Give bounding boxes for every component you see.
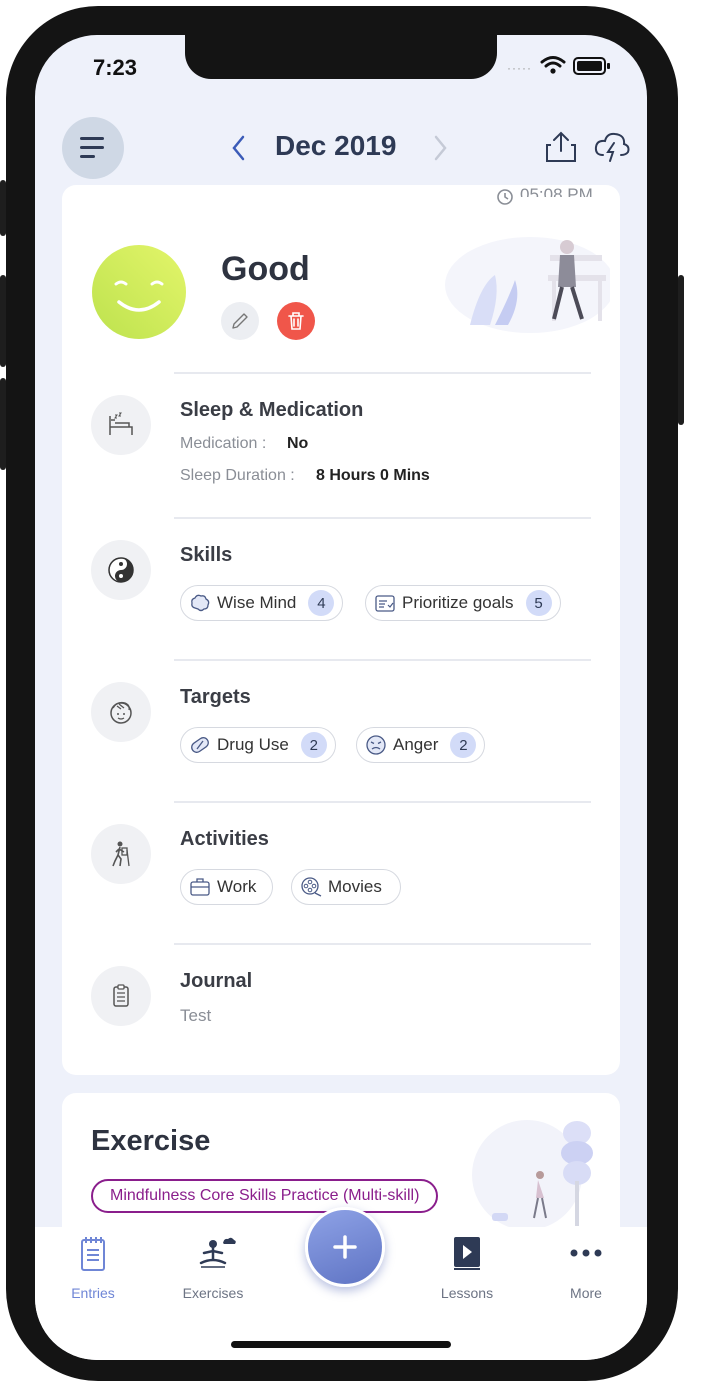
sleep-title: Sleep & Medication — [180, 399, 364, 421]
divider — [174, 659, 591, 661]
chevron-left-icon[interactable] — [229, 133, 249, 163]
chevron-right-icon[interactable] — [430, 133, 450, 163]
notch — [185, 35, 497, 79]
divider — [174, 801, 591, 803]
tab-label: Entries — [71, 1285, 115, 1301]
tab-label: More — [570, 1285, 602, 1301]
divider — [174, 517, 591, 519]
mood-smiley-icon — [92, 245, 186, 339]
tab-entries[interactable]: Entries — [43, 1235, 143, 1305]
skills-section-icon — [91, 540, 151, 600]
clipboard-icon — [113, 984, 129, 1007]
park-bench-illustration — [445, 237, 610, 333]
tab-lessons[interactable]: Lessons — [417, 1235, 517, 1305]
medication-value: No — [287, 435, 309, 452]
sleep-duration-label: Sleep Duration : — [180, 467, 295, 484]
target-chip[interactable]: Drug Use 2 — [180, 727, 336, 763]
edit-button[interactable] — [221, 302, 259, 340]
targets-title: Targets — [180, 686, 251, 708]
trash-icon — [288, 312, 304, 330]
month-title: Dec 2019 — [275, 130, 397, 161]
chip-label: Movies — [328, 877, 382, 896]
chip-label: Prioritize goals — [402, 593, 514, 612]
medication-label: Medication : — [180, 435, 267, 452]
chip-label: Wise Mind — [217, 593, 297, 612]
chip-count: 4 — [308, 590, 335, 616]
volume-up-button — [0, 275, 6, 367]
journal-icon — [81, 1237, 105, 1271]
plus-icon — [333, 1235, 357, 1259]
entry-time: 05:08 PM — [520, 185, 593, 197]
activities-section-icon — [91, 824, 151, 884]
tab-more[interactable]: More — [536, 1235, 636, 1305]
battery-icon — [573, 57, 610, 75]
pencil-icon — [232, 313, 248, 329]
menu-button[interactable] — [62, 117, 124, 179]
tab-exercises[interactable]: Exercises — [163, 1235, 263, 1305]
activity-chip[interactable]: Work — [180, 869, 274, 905]
mood-label: Good — [221, 250, 310, 288]
hiker-icon — [112, 841, 130, 867]
journal-text: Test — [180, 1006, 212, 1025]
exercise-title: Exercise — [91, 1125, 211, 1157]
chip-label: Anger — [393, 735, 439, 754]
divider — [174, 943, 591, 945]
chip-count: 2 — [300, 732, 327, 758]
chip-label: Drug Use — [217, 735, 289, 754]
cloud-sync-icon[interactable] — [593, 129, 631, 165]
clock-icon — [497, 189, 513, 205]
tab-bar: Entries Exercises Lessons More — [35, 1207, 647, 1360]
yin-yang-icon — [108, 557, 134, 583]
activity-chip[interactable]: Movies — [291, 869, 401, 905]
power-button — [678, 275, 684, 425]
angry-face-icon — [366, 735, 386, 755]
tab-label: Exercises — [182, 1285, 244, 1301]
entry-card[interactable]: 05:08 PM Good Sleep & Medication Medicat… — [62, 185, 620, 1075]
share-icon[interactable] — [543, 129, 579, 165]
tab-label: Lessons — [440, 1285, 494, 1301]
pill-icon — [191, 737, 209, 753]
video-book-icon — [454, 1237, 480, 1270]
bed-icon — [109, 412, 133, 435]
chip-count: 5 — [525, 590, 552, 616]
woman-tree-illustration — [472, 1120, 593, 1230]
head-icon — [110, 701, 132, 724]
briefcase-icon — [190, 878, 210, 896]
activities-title: Activities — [180, 828, 269, 850]
wifi-icon — [540, 56, 566, 74]
sleep-section-icon — [91, 395, 151, 455]
targets-section-icon — [91, 682, 151, 742]
exercise-tag[interactable]: Mindfulness Core Skills Practice (Multi-… — [91, 1179, 439, 1213]
screen: 7:23 ····· Dec 2019 05:08 PM Good Sleep … — [35, 35, 647, 1360]
status-time: 7:23 — [93, 55, 138, 80]
sleep-duration-value: 8 Hours 0 Mins — [316, 467, 430, 484]
skills-title: Skills — [180, 544, 233, 566]
skill-chip[interactable]: Prioritize goals 5 — [365, 585, 561, 621]
more-dots-icon — [570, 1249, 602, 1257]
mute-switch — [0, 180, 6, 236]
target-chip[interactable]: Anger 2 — [356, 727, 486, 763]
add-entry-button[interactable] — [305, 1207, 385, 1287]
delete-button[interactable] — [277, 302, 315, 340]
chip-label: Work — [217, 877, 257, 896]
brain-icon — [191, 594, 210, 612]
skill-chip[interactable]: Wise Mind 4 — [180, 585, 344, 621]
journal-section-icon — [91, 966, 151, 1026]
checklist-icon — [375, 595, 395, 612]
volume-down-button — [0, 378, 6, 470]
meditation-icon — [199, 1237, 236, 1268]
header: Dec 2019 — [35, 105, 647, 195]
chip-count: 2 — [450, 732, 477, 758]
cellular-signal-icon: ····· — [507, 61, 532, 75]
divider — [174, 372, 591, 374]
journal-title: Journal — [180, 970, 253, 992]
film-reel-icon — [301, 877, 322, 897]
home-indicator[interactable] — [231, 1341, 451, 1348]
